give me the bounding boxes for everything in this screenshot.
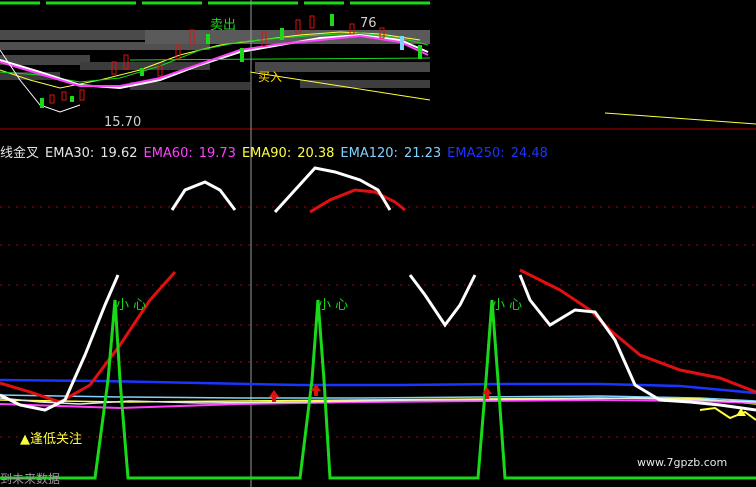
caution-signal-label: 小 心	[492, 298, 523, 313]
stock-chart-screen: 卖出 买入 76 15.70 到未来数据 线金叉 EMA30: 19.62 EMA60…	[0, 0, 756, 487]
sell-signal-label: 卖出	[210, 18, 237, 33]
indicator-panel	[0, 166, 756, 480]
ema30-value: 19.62	[100, 146, 138, 161]
ema120-label: EMA120:	[340, 146, 398, 161]
indicator-name: 线金叉	[0, 146, 40, 161]
low-focus-signal-label: ▲逢低关注	[20, 432, 82, 447]
caution-signal-label: 小 心	[116, 298, 147, 313]
buy-signal-label: 买入	[258, 70, 283, 84]
price-panel	[0, 1, 756, 125]
high-price-label: 76	[360, 16, 377, 31]
indicator-header: 线金叉 EMA30: 19.62 EMA60: 19.73 EMA90: 20.38 EMA1…	[0, 142, 554, 161]
ema90-label: EMA90:	[241, 146, 292, 161]
future-data-label: 到未来数据	[0, 472, 61, 486]
ema90-value: 20.38	[297, 146, 335, 161]
ema250-value: 24.48	[510, 146, 548, 161]
ema250-label: EMA250:	[447, 146, 505, 161]
chart-canvas[interactable]	[0, 0, 756, 487]
low-price-label: 15.70	[104, 115, 142, 130]
ema30-label: EMA30:	[45, 146, 95, 161]
ema120-value: 21.23	[403, 146, 442, 161]
ema60-value: 19.73	[198, 146, 236, 161]
caution-signal-label: 小 心	[318, 298, 349, 313]
watermark: www.7gpzb.com	[637, 456, 728, 469]
ema60-label: EMA60:	[143, 146, 193, 161]
